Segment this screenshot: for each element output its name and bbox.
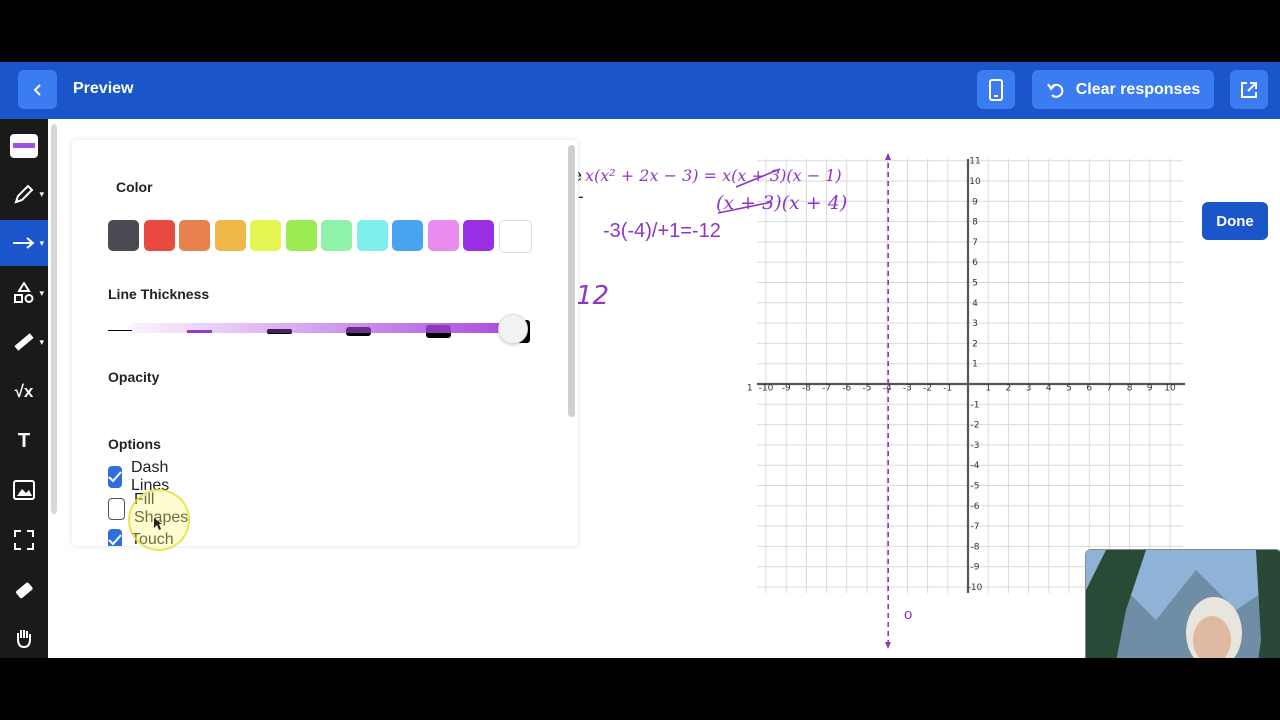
x-tick-label: -3 [903, 384, 912, 394]
color-swatch[interactable] [356, 220, 388, 251]
axis-tick-labels: 1 -10 -9 -8 -7 -6 -5 -4 -3 -2 -1 1 2 3 4 5 6 7 8 9 10 11 10 9 8 7… [747, 157, 1176, 593]
handwritten-expression: -3(-4)/+1=-12 [603, 220, 721, 242]
color-swatch[interactable] [285, 220, 317, 251]
x-tick-label: 3 [1026, 384, 1032, 394]
y-tick-label: 9 [972, 197, 978, 207]
y-tick-label: -4 [971, 461, 980, 471]
line-thickness-heading: Line Thickness [108, 286, 210, 302]
option-checkbox[interactable] [108, 497, 125, 520]
done-button[interactable]: Done [1202, 202, 1268, 240]
y-tick-label: 2 [972, 339, 978, 349]
webcam-overlay [1085, 549, 1280, 658]
partial-handwriting: 12 [576, 281, 610, 311]
y-tick-label: 4 [972, 299, 978, 309]
y-tick-label: -2 [971, 421, 980, 431]
y-tick-label: 6 [972, 258, 978, 268]
color-swatch[interactable] [321, 220, 352, 251]
color-swatch[interactable] [250, 220, 281, 251]
color-swatch[interactable] [392, 220, 423, 251]
x-tick-label: 7 [1107, 384, 1113, 394]
color-swatch[interactable] [463, 220, 494, 251]
y-tick-label: -7 [971, 522, 980, 532]
y-tick-label: 11 [969, 157, 980, 167]
x-tick-label: -5 [863, 384, 872, 394]
x-tick-label: -8 [802, 384, 811, 394]
x-tick-label: 2 [1006, 384, 1012, 394]
mouse-pointer-icon [154, 518, 162, 530]
y-tick-label: 1 [972, 360, 978, 370]
x-tick-label: -2 [923, 384, 932, 394]
dashed-line-top-arrow [885, 153, 891, 160]
color-swatch[interactable] [498, 220, 532, 253]
y-tick-label: 3 [972, 319, 978, 329]
x-tick-label: 9 [1147, 384, 1153, 394]
x-tick-label: -6 [842, 384, 851, 394]
x-tick-label: 1 [985, 384, 991, 394]
dashed-line-bottom-arrow [885, 642, 891, 649]
x-tick-label: -4 [883, 384, 892, 394]
opacity-heading: Opacity [108, 369, 160, 385]
y-tick-label: 7 [972, 238, 978, 248]
checkmark-icon [108, 471, 122, 483]
color-swatch[interactable] [427, 220, 459, 251]
option-row[interactable]: Dash Lines [108, 459, 177, 494]
x-tick-label: -9 [782, 384, 791, 394]
opacity-slider-handle[interactable] [498, 314, 528, 344]
x-tick-label: 4 [1046, 384, 1052, 394]
y-tick-label: -9 [971, 563, 980, 573]
x-tick-label: 5 [1066, 384, 1072, 394]
checkmark-icon [108, 534, 122, 546]
x-tick-label: -1 [943, 384, 952, 394]
color-swatch[interactable] [214, 220, 246, 251]
opacity-slider-track[interactable] [128, 323, 512, 333]
options-heading: Options [108, 436, 161, 452]
color-swatch[interactable] [179, 220, 210, 251]
x-tick-label: 1 [747, 384, 753, 394]
color-heading: Color [116, 179, 153, 195]
y-tick-label: -5 [971, 482, 980, 492]
y-tick-label: 10 [969, 177, 981, 187]
x-tick-label: 8 [1127, 384, 1133, 394]
y-tick-label: -10 [968, 583, 983, 593]
option-checkbox[interactable] [108, 466, 122, 488]
x-tick-label: -7 [822, 384, 831, 394]
color-swatch[interactable] [108, 220, 139, 251]
equation-line-2: (x + 3)(x + 4) [716, 192, 848, 214]
x-tick-label: 6 [1086, 384, 1092, 394]
dash-mark: - [578, 187, 584, 207]
y-tick-label: -8 [971, 542, 980, 552]
y-tick-label: -3 [971, 441, 980, 451]
point-mark: o [904, 606, 913, 623]
x-tick-label: 10 [1164, 384, 1176, 394]
y-tick-label: -1 [971, 400, 980, 410]
panel-scrollbar[interactable] [568, 145, 575, 417]
equation-line-1: x(x² + 2x − 3) = x(x + 3)(x − 1) [585, 166, 842, 185]
color-swatch[interactable] [143, 220, 175, 251]
y-tick-label: -6 [971, 502, 980, 512]
app-window: Preview Clear responses ▾ ▾ ▾ ▾ √x T 1 -… [0, 62, 1280, 658]
webcam-video [1086, 550, 1280, 658]
y-tick-label: 5 [972, 279, 978, 289]
y-tick-label: 8 [972, 218, 978, 228]
x-tick-label: -10 [759, 384, 774, 394]
